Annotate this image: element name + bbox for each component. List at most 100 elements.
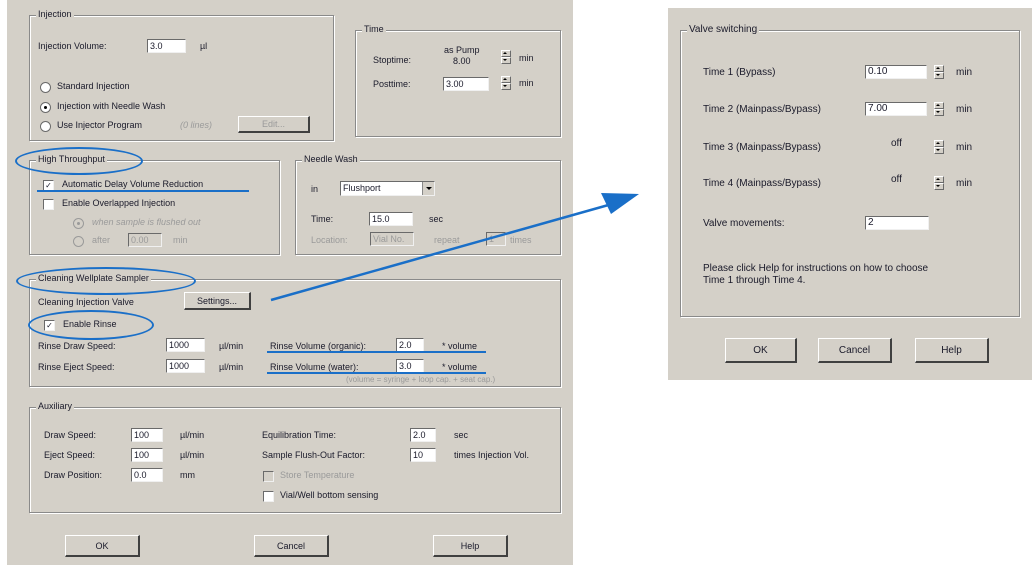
time-legend: Time (362, 24, 386, 34)
store-temperature-checkbox[interactable] (263, 471, 274, 482)
time2-spin-icon[interactable] (934, 102, 944, 116)
rinse-volume-water-label: Rinse Volume (water): (270, 362, 359, 372)
equilibration-time-unit: sec (454, 430, 469, 440)
time1-unit: min (956, 67, 973, 78)
stoptime-unit: min (519, 53, 534, 63)
rinse-volume-water-unit: * volume (442, 362, 478, 372)
equilibration-time-label: Equilibration Time: (262, 430, 337, 440)
rinse-volume-water-input[interactable]: 3.0 (396, 359, 424, 373)
store-temperature-label[interactable]: Store Temperature (280, 470, 354, 480)
stoptime-spin-icon[interactable] (501, 50, 511, 64)
valve-switching-legend: Valve switching (687, 24, 760, 35)
aux-draw-speed-label: Draw Speed: (44, 430, 97, 440)
ok-button[interactable]: OK (65, 535, 140, 557)
standard-injection-label[interactable]: Standard Injection (57, 81, 130, 91)
cleaning-settings-button[interactable]: Settings... (184, 292, 251, 310)
dropdown-arrow-icon[interactable] (422, 182, 434, 195)
overlapped-injection-checkbox[interactable] (43, 199, 54, 210)
after-radio[interactable] (73, 236, 84, 247)
posttime-spin-icon[interactable] (501, 76, 511, 90)
highlight-cleaning-ellipse (16, 267, 196, 295)
overlapped-injection-label[interactable]: Enable Overlapped Injection (62, 198, 175, 208)
highlight-auto-delay-underline (37, 190, 249, 192)
highlight-rinse-water-underline (267, 372, 486, 374)
injection-volume-unit: µl (200, 41, 208, 51)
posttime-label: Posttime: (373, 79, 411, 89)
time1-label: Time 1 (Bypass) (703, 67, 776, 78)
stoptime-value-line2: 8.00 (453, 56, 471, 66)
injection-volume-input[interactable]: 3.0 (147, 39, 186, 53)
rinse-volume-note: (volume = syringe + loop cap. + seat cap… (346, 375, 496, 384)
injector-program-label[interactable]: Use Injector Program (57, 120, 142, 130)
standard-injection-radio[interactable] (40, 82, 51, 93)
needle-wash-in-label: in (311, 184, 319, 194)
aux-draw-position-label: Draw Position: (44, 470, 103, 480)
valve-help-button[interactable]: Help (915, 338, 989, 363)
valve-cancel-button[interactable]: Cancel (818, 338, 892, 363)
valve-movements-input[interactable]: 2 (865, 216, 929, 230)
injector-program-radio[interactable] (40, 121, 51, 132)
time1-spin-icon[interactable] (934, 65, 944, 79)
help-instructions-line2: Time 1 through Time 4. (703, 275, 806, 286)
rinse-volume-organic-input[interactable]: 2.0 (396, 338, 424, 352)
rinse-eject-unit: µl/min (219, 362, 244, 372)
vial-sensing-checkbox[interactable] (263, 491, 274, 502)
auxiliary-legend: Auxiliary (36, 401, 75, 411)
needle-wash-repeat-label: repeat (434, 235, 460, 245)
aux-draw-speed-input[interactable]: 100 (131, 428, 163, 442)
vial-sensing-label[interactable]: Vial/Well bottom sensing (280, 490, 378, 500)
cleaning-valve-label: Cleaning Injection Valve (38, 297, 134, 307)
injection-legend: Injection (36, 9, 74, 19)
time1-input[interactable]: 0.10 (865, 65, 927, 79)
aux-eject-speed-input[interactable]: 100 (131, 448, 163, 462)
time2-label: Time 2 (Mainpass/Bypass) (703, 104, 821, 115)
valve-movements-label: Valve movements: (703, 218, 785, 229)
aux-draw-speed-unit: µl/min (180, 430, 205, 440)
program-lines-status: (0 lines) (180, 120, 213, 130)
time3-value[interactable]: off (891, 138, 902, 149)
needle-wash-group: Needle Wash in Flushport Time: 15.0 sec … (295, 154, 561, 255)
rinse-draw-input[interactable]: 1000 (166, 338, 205, 352)
after-label[interactable]: after (92, 235, 110, 245)
valve-ok-button[interactable]: OK (725, 338, 797, 363)
auto-delay-label[interactable]: Automatic Delay Volume Reduction (62, 179, 203, 189)
injection-group: Injection Injection Volume: 3.0 µl Stand… (29, 9, 334, 141)
needle-wash-time-input[interactable]: 15.0 (369, 212, 413, 226)
after-unit: min (173, 235, 188, 245)
time3-spin-icon[interactable] (934, 140, 944, 154)
needle-wash-injection-radio[interactable] (40, 102, 51, 113)
after-input[interactable]: 0.00 (128, 233, 162, 247)
rinse-draw-unit: µl/min (219, 341, 244, 351)
help-button[interactable]: Help (433, 535, 508, 557)
cancel-button[interactable]: Cancel (254, 535, 329, 557)
flush-out-factor-label: Sample Flush-Out Factor: (262, 450, 366, 460)
equilibration-time-input[interactable]: 2.0 (410, 428, 436, 442)
edit-program-button[interactable]: Edit... (238, 116, 310, 133)
flush-out-factor-input[interactable]: 10 (410, 448, 436, 462)
time3-unit: min (956, 142, 973, 153)
stoptime-value-line1: as Pump (444, 45, 480, 55)
aux-eject-speed-label: Eject Speed: (44, 450, 96, 460)
rinse-eject-label: Rinse Eject Speed: (38, 362, 115, 372)
rinse-volume-organic-unit: * volume (442, 341, 478, 351)
needle-wash-legend: Needle Wash (302, 154, 360, 164)
valve-switching-group: Valve switching Time 1 (Bypass) 0.10 min… (680, 24, 1020, 317)
aux-draw-position-input[interactable]: 0.0 (131, 468, 163, 482)
time4-spin-icon[interactable] (934, 176, 944, 190)
stoptime-label: Stoptime: (373, 55, 412, 65)
rinse-eject-input[interactable]: 1000 (166, 359, 205, 373)
needle-wash-vial-input[interactable]: Vial No. (370, 232, 414, 246)
time4-label: Time 4 (Mainpass/Bypass) (703, 178, 821, 189)
posttime-input[interactable]: 3.00 (443, 77, 489, 91)
needle-wash-location-select[interactable]: Flushport (340, 181, 435, 196)
time2-input[interactable]: 7.00 (865, 102, 927, 116)
time4-value[interactable]: off (891, 174, 902, 185)
when-flushed-label[interactable]: when sample is flushed out (92, 217, 201, 227)
needle-wash-injection-label[interactable]: Injection with Needle Wash (57, 101, 165, 111)
needle-wash-repeat-input[interactable]: 1 (486, 232, 506, 246)
when-flushed-radio[interactable] (73, 218, 84, 229)
needle-wash-time-label: Time: (311, 214, 334, 224)
needle-wash-time-unit: sec (429, 214, 444, 224)
auxiliary-group: Auxiliary Draw Speed: 100 µl/min Eject S… (29, 401, 561, 513)
highlight-high-throughput-ellipse (15, 147, 143, 175)
